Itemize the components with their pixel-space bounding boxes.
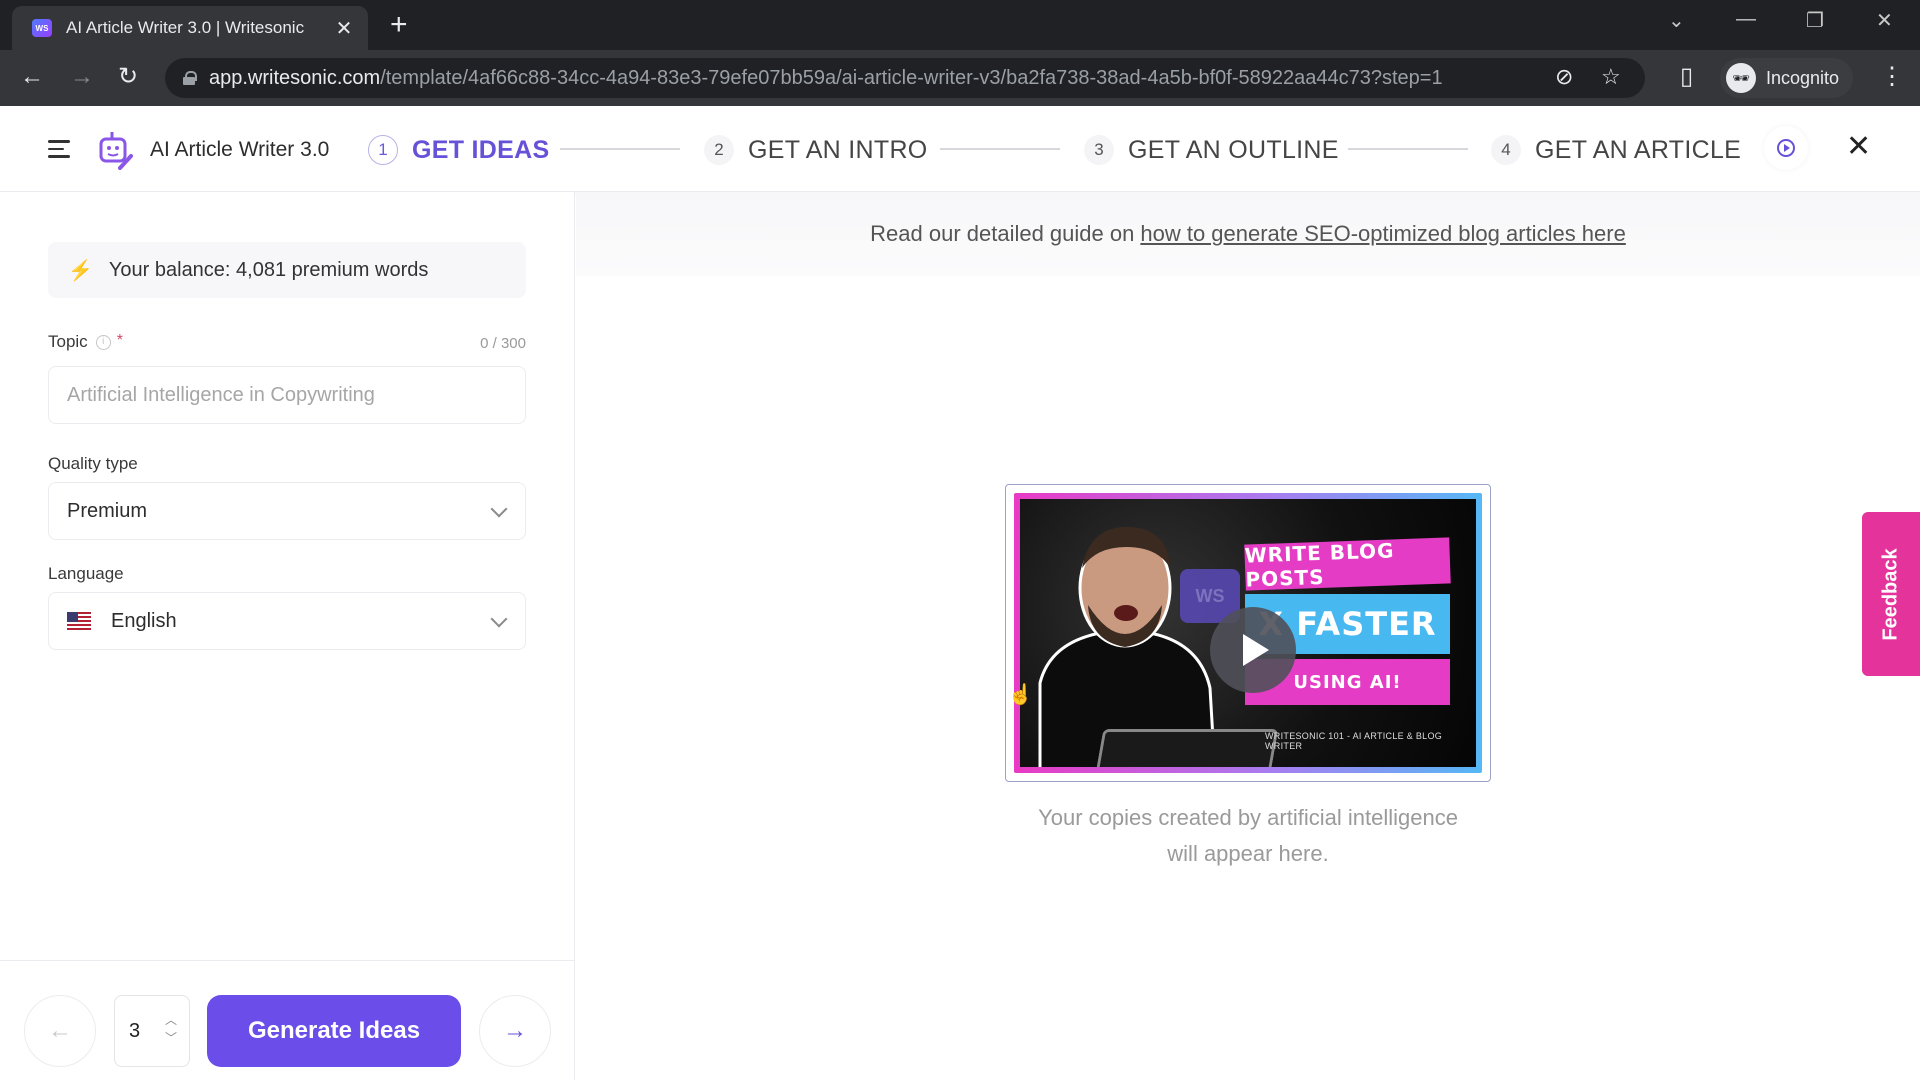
topic-label: Topic i * <box>48 332 123 352</box>
laptop-image <box>1096 729 1279 767</box>
incognito-label: Incognito <box>1766 67 1840 88</box>
topic-placeholder: Artificial Intelligence in Copywriting <box>67 383 375 406</box>
step-label: GET IDEAS <box>412 135 550 164</box>
play-icon <box>1243 634 1269 666</box>
hand-cursor-icon: ☝ <box>1008 684 1033 706</box>
topic-input[interactable]: Artificial Intelligence in Copywriting <box>48 366 526 424</box>
url-host: app.writesonic.com <box>209 66 381 89</box>
step-get-an-outline[interactable]: 3 GET AN OUTLINE <box>1084 130 1339 170</box>
step-label: GET AN ARTICLE <box>1535 135 1742 164</box>
guide-text: Read our detailed guide on <box>870 221 1135 246</box>
output-area: Read our detailed guide on how to genera… <box>576 192 1920 1080</box>
address-bar[interactable]: app.writesonic.com /template/4af66c88-34… <box>165 58 1645 98</box>
video-caption: WRITESONIC 101 - AI ARTICLE & BLOG WRITE… <box>1265 731 1443 751</box>
feedback-tab[interactable]: Feedback <box>1862 512 1920 676</box>
step-get-an-intro[interactable]: 2 GET AN INTRO <box>704 130 928 170</box>
step-get-ideas[interactable]: 1 GET IDEAS <box>368 130 549 170</box>
previous-step-button[interactable]: ← <box>24 995 96 1067</box>
tracking-protection-eye-icon[interactable]: ⊘ <box>1555 64 1573 90</box>
app-title: AI Article Writer 3.0 <box>150 138 330 161</box>
empty-state-line1: Your copies created by artificial intell… <box>1038 805 1458 830</box>
video-tour-button[interactable] <box>1764 126 1808 170</box>
video-thumbnail: WS WRITE BLOG POSTS X FASTER USING AI! W… <box>1014 493 1482 773</box>
chevron-down-icon <box>490 610 508 628</box>
writesonic-favicon-icon: WS <box>32 19 52 37</box>
restore-icon[interactable]: ❐ <box>1806 8 1824 33</box>
quality-type-label: Quality type <box>48 454 138 473</box>
url-path: /template/4af66c88-34cc-4a94-83e3-79efe0… <box>380 66 1443 89</box>
us-flag-icon <box>67 612 91 630</box>
step-label: GET AN INTRO <box>748 135 928 164</box>
tab-title: AI Article Writer 3.0 | Writesonic <box>66 18 305 37</box>
tab-close-icon[interactable]: ✕ <box>334 16 354 41</box>
tutorial-video[interactable]: WS WRITE BLOG POSTS X FASTER USING AI! W… <box>1005 484 1491 782</box>
step-connector <box>1348 148 1468 150</box>
generate-ideas-button[interactable]: Generate Ideas <box>207 995 461 1067</box>
minimize-icon[interactable]: — <box>1736 8 1756 31</box>
decrement-chevron-down-icon[interactable]: ﹀ <box>165 1032 177 1044</box>
feedback-label: Feedback <box>1879 547 1902 641</box>
step-number: 1 <box>368 135 398 165</box>
balance-text: Your balance: 4,081 premium words <box>108 258 429 281</box>
step-connector <box>560 148 680 150</box>
quality-type-select[interactable]: Premium <box>48 482 526 540</box>
word-balance-banner: ⚡ Your balance: 4,081 premium words <box>48 242 526 298</box>
reload-icon[interactable]: ↻ <box>118 62 138 92</box>
input-panel: ⚡ Your balance: 4,081 premium words Topi… <box>0 192 575 1080</box>
language-select[interactable]: English <box>48 592 526 650</box>
forward-arrow-icon[interactable]: → <box>70 62 94 92</box>
required-asterisk: * <box>116 332 123 349</box>
chevron-down-icon <box>490 500 508 518</box>
empty-state-message: Your copies created by artificial intell… <box>948 800 1548 872</box>
step-get-an-article[interactable]: 4 GET AN ARTICLE <box>1491 130 1741 170</box>
idea-count-value: 3 <box>129 1019 141 1042</box>
new-tab-icon[interactable]: + <box>390 10 408 40</box>
topic-label-text: Topic <box>48 332 88 351</box>
step-label: GET AN OUTLINE <box>1128 135 1339 164</box>
incognito-profile-button[interactable]: 🕶 Incognito <box>1720 58 1854 98</box>
step-connector <box>940 148 1060 150</box>
play-button[interactable] <box>1210 607 1296 693</box>
side-panel-icon[interactable]: ▯ <box>1680 62 1693 92</box>
empty-state-line2: will appear here. <box>1167 841 1329 866</box>
arrow-left-icon: ← <box>48 1017 72 1044</box>
increment-chevron-up-icon[interactable]: ︿ <box>165 1014 177 1026</box>
browser-menu-icon[interactable]: ⋮ <box>1880 62 1904 91</box>
guide-banner: Read our detailed guide on how to genera… <box>576 192 1920 276</box>
step-number: 2 <box>704 135 734 165</box>
video-banner-line1: WRITE BLOG POSTS <box>1244 537 1451 592</box>
info-icon[interactable]: i <box>95 335 111 351</box>
language-label: Language <box>48 564 124 583</box>
topic-char-counter: 0 / 300 <box>480 335 526 352</box>
robot-writer-logo-icon <box>99 132 133 170</box>
incognito-icon: 🕶 <box>1726 63 1756 93</box>
browser-tab[interactable]: WS AI Article Writer 3.0 | Writesonic ✕ <box>12 6 368 50</box>
guide-link[interactable]: how to generate SEO-optimized blog artic… <box>1140 221 1625 247</box>
tab-search-chevron-icon[interactable]: ⌄ <box>1668 8 1685 33</box>
play-circle-icon <box>1777 139 1795 157</box>
step-number: 3 <box>1084 135 1114 165</box>
action-bar: ← 3 ︿ ﹀ Generate Ideas → <box>0 960 575 1080</box>
idea-count-stepper[interactable]: 3 ︿ ﹀ <box>114 995 190 1067</box>
lightning-bolt-icon: ⚡ <box>68 259 93 282</box>
bookmark-star-icon[interactable]: ☆ <box>1601 64 1621 90</box>
quality-type-value: Premium <box>67 499 148 522</box>
next-step-button[interactable]: → <box>479 995 551 1067</box>
arrow-right-icon: → <box>503 1017 527 1044</box>
lock-icon <box>183 71 197 85</box>
browser-tab-bar: WS AI Article Writer 3.0 | Writesonic ✕ … <box>0 0 1920 50</box>
hamburger-menu-icon[interactable] <box>48 140 70 158</box>
language-value: English <box>111 609 177 632</box>
close-template-icon[interactable]: ✕ <box>1846 132 1871 162</box>
browser-toolbar: ← → ↻ app.writesonic.com /template/4af66… <box>0 50 1920 106</box>
step-number: 4 <box>1491 135 1521 165</box>
back-arrow-icon[interactable]: ← <box>20 62 44 92</box>
window-close-icon[interactable]: ✕ <box>1876 8 1893 33</box>
